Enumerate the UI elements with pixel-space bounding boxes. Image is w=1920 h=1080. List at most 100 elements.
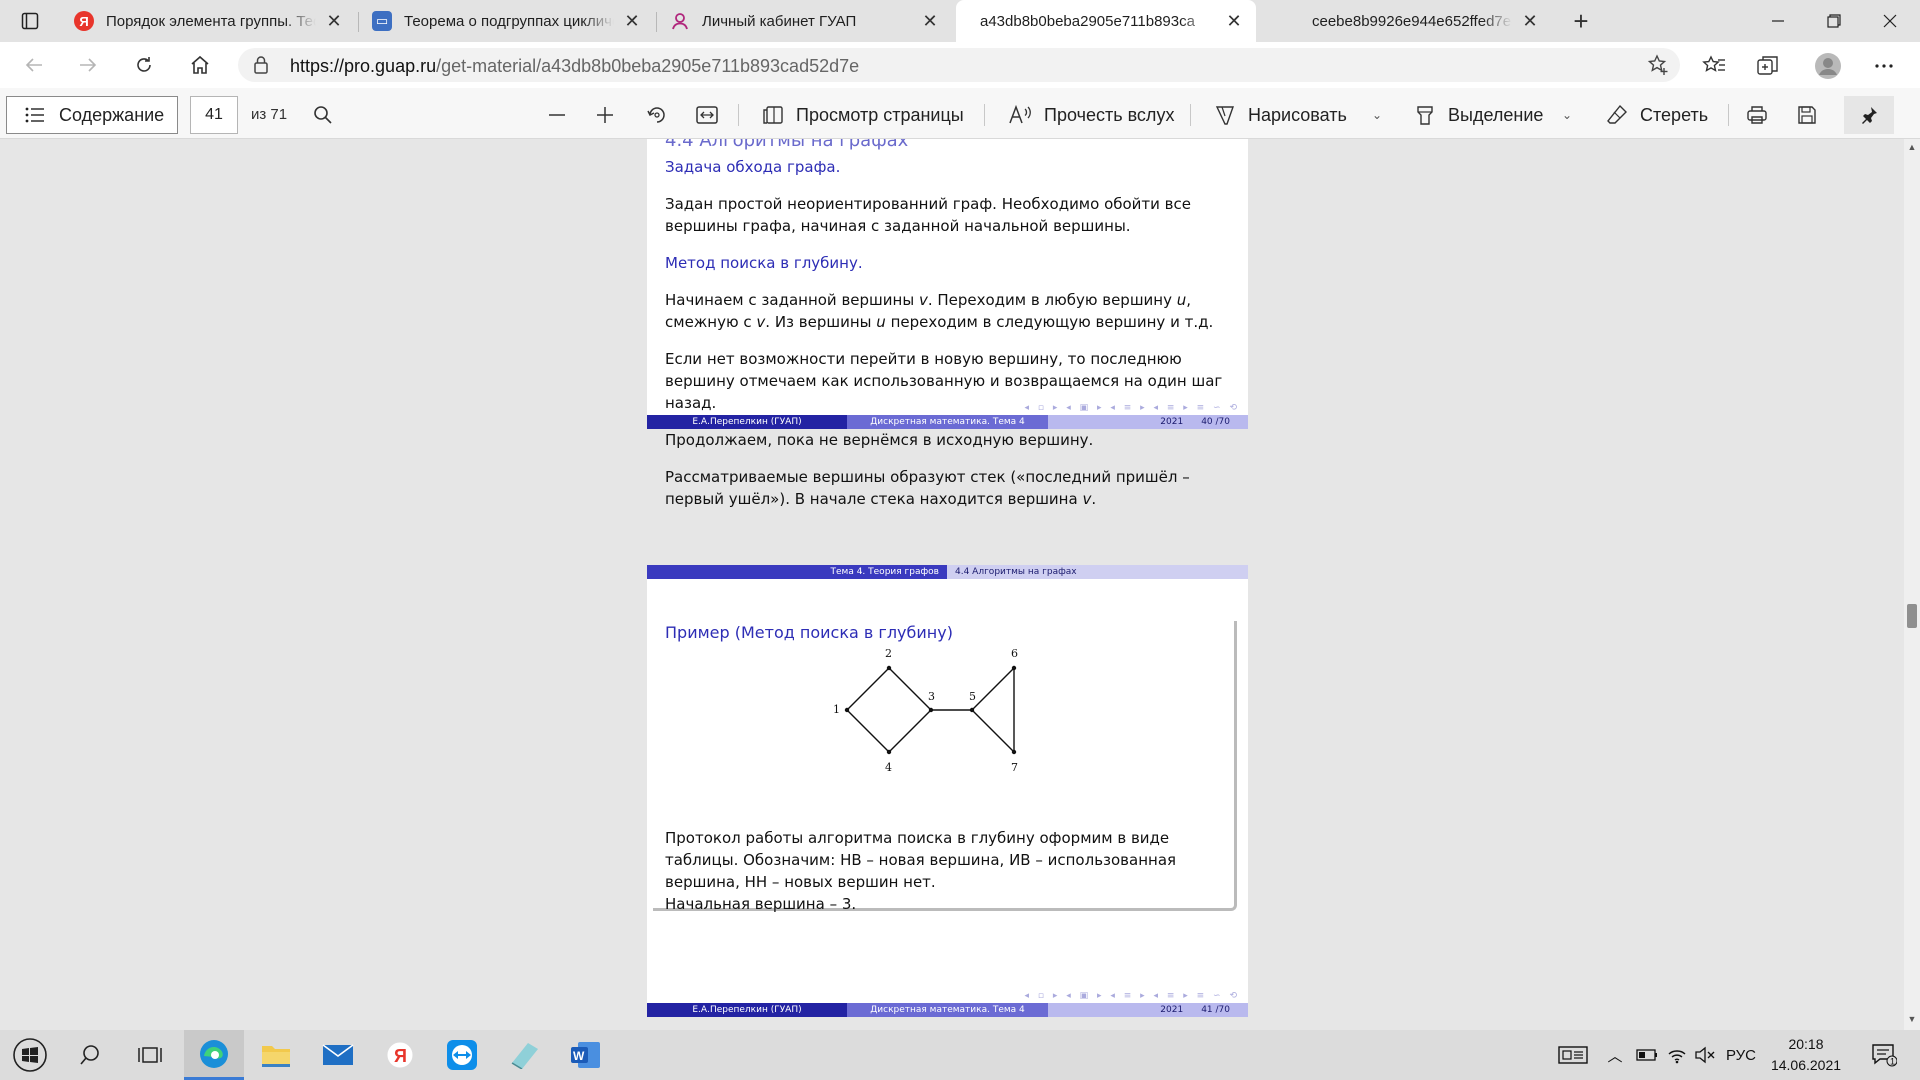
vertical-scrollbar[interactable]: [1904, 139, 1920, 1030]
system-clock[interactable]: 20:18 14.06.2021: [1756, 1034, 1856, 1076]
close-window-button[interactable]: [1862, 0, 1918, 42]
collections-button[interactable]: [1752, 50, 1784, 82]
mail-taskbar-app[interactable]: [308, 1030, 368, 1080]
tab-actions-button[interactable]: [10, 6, 50, 36]
tab-cabinet[interactable]: Личный кабинет ГУАП ✕: [658, 0, 952, 42]
show-hidden-icons-button[interactable]: ︿: [1602, 1030, 1628, 1080]
tab-strip: Я Порядок элемента группы. Тео ✕ ▭ Теоре…: [0, 0, 1920, 42]
find-button[interactable]: [308, 100, 338, 130]
close-tab-icon[interactable]: ✕: [622, 11, 642, 32]
highlight-button[interactable]: Выделение: [1414, 98, 1543, 132]
teamviewer-taskbar-app[interactable]: [432, 1030, 492, 1080]
add-favorite-icon[interactable]: [1646, 53, 1670, 77]
refresh-button[interactable]: [126, 48, 162, 82]
math-var: v: [918, 291, 928, 309]
text-fragment: .: [1091, 490, 1097, 508]
toolbar-divider: [984, 104, 985, 126]
close-tab-icon[interactable]: ✕: [1520, 11, 1540, 32]
beamer-nav-icons[interactable]: ◂ ▫ ▸ ◂ ▣ ▸ ◂ ≡ ▸ ◂ ≡ ▸ ≡ ∽ ⟲: [1024, 991, 1240, 1001]
contents-button[interactable]: Содержание: [6, 96, 178, 134]
maximize-button[interactable]: [1806, 0, 1862, 42]
scroll-down-arrow-icon[interactable]: ▼: [1906, 1014, 1918, 1026]
chevron-up-icon: ︿: [1607, 1047, 1623, 1065]
highlight-options-chevron-down-icon[interactable]: ⌄: [1562, 108, 1572, 122]
action-center-button[interactable]: 1: [1866, 1040, 1902, 1070]
minimize-button[interactable]: [1750, 0, 1806, 42]
home-button[interactable]: [182, 48, 218, 82]
draw-options-chevron-down-icon[interactable]: ⌄: [1372, 108, 1382, 122]
close-tab-icon[interactable]: ✕: [324, 11, 344, 32]
fit-width-button[interactable]: [692, 100, 722, 130]
math-var: u: [876, 313, 886, 331]
word-taskbar-app[interactable]: W: [556, 1030, 616, 1080]
close-tab-icon[interactable]: ✕: [1224, 11, 1244, 32]
floppy-disk-icon: [1798, 106, 1816, 124]
read-aloud-button[interactable]: Прочесть вслух: [1008, 98, 1174, 132]
zoom-in-button[interactable]: [590, 100, 620, 130]
graph-edge-2-3: [888, 667, 932, 711]
user-icon: [670, 11, 690, 31]
keyboard-layout-icon: [1558, 1046, 1588, 1064]
beamer-nav-icons[interactable]: ◂ ▫ ▸ ◂ ▣ ▸ ◂ ≡ ▸ ◂ ≡ ▸ ≡ ∽ ⟲: [1024, 403, 1240, 413]
input-language[interactable]: РУС: [1722, 1030, 1760, 1080]
text-line: Задан простой неориентированний граф. Не…: [665, 195, 1191, 213]
battery-status[interactable]: [1634, 1030, 1660, 1080]
slide-header: Тема 4. Теория графов 4.4 Алгоритмы на г…: [647, 565, 1248, 579]
new-tab-button[interactable]: +: [1564, 4, 1598, 38]
profile-button[interactable]: [1812, 50, 1844, 82]
yandex-icon: Я: [74, 11, 94, 31]
erase-label: Стереть: [1640, 104, 1709, 125]
text-fragment: . Из вершины: [765, 313, 877, 331]
scrollbar-thumb[interactable]: [1907, 604, 1917, 628]
scroll-up-arrow-icon[interactable]: ▲: [1906, 142, 1918, 154]
plus-icon: +: [1573, 5, 1589, 36]
url-input[interactable]: https://pro.guap.ru/get-material/a43db8b…: [238, 48, 1680, 82]
text-fragment: первый ушёл»). В начале стека находится …: [665, 490, 1083, 508]
pdf-page-40: 4.4 Алгоритмы на графах Задача обхода гр…: [647, 139, 1248, 508]
explorer-taskbar-app[interactable]: [246, 1030, 306, 1080]
draw-button[interactable]: Нарисовать: [1214, 98, 1347, 132]
example-title: Пример (Метод поиска в глубину): [665, 623, 953, 642]
notes-taskbar-app[interactable]: [494, 1030, 554, 1080]
method-heading: Метод поиска в глубину.: [665, 254, 863, 272]
page-number-input[interactable]: 41: [190, 96, 238, 134]
tab-pdf-active[interactable]: a43db8b0beba2905e711b893ca ✕: [956, 0, 1256, 42]
favorites-button[interactable]: [1698, 50, 1730, 82]
yandex-taskbar-app[interactable]: Я: [370, 1030, 430, 1080]
tab-theorem[interactable]: ▭ Теорема о подгруппах цикличе ✕: [360, 0, 654, 42]
close-tab-icon[interactable]: ✕: [920, 11, 940, 32]
tab-yandex[interactable]: Я Порядок элемента группы. Тео ✕: [62, 0, 356, 42]
tab-pdf-second[interactable]: ceebe8b9926e944e652ffed7ee87 ✕: [1258, 0, 1552, 42]
rotate-button[interactable]: [642, 100, 672, 130]
footer-course: Дискретная математика. Тема 4: [847, 1003, 1048, 1017]
task-view-button[interactable]: [120, 1030, 180, 1080]
forward-button[interactable]: [70, 48, 106, 82]
slide-footer: Е.А.Перепелкин (ГУАП) Дискретная математ…: [647, 415, 1248, 429]
lock-icon[interactable]: [252, 55, 270, 75]
graph-vertex-6: [1011, 665, 1017, 671]
paragraph-start: Начинаем с заданной вершины v. Переходим…: [665, 289, 1222, 333]
paragraph-task: Задан простой неориентированний граф. Не…: [665, 193, 1222, 237]
volume-status[interactable]: [1692, 1030, 1718, 1080]
graph-vertex-3: [928, 707, 934, 713]
erase-button[interactable]: Стереть: [1606, 98, 1708, 132]
edge-taskbar-app[interactable]: [184, 1030, 244, 1080]
pin-toolbar-button[interactable]: [1844, 96, 1894, 134]
print-button[interactable]: [1742, 100, 1772, 130]
home-icon: [191, 55, 209, 74]
close-icon: [1883, 14, 1897, 28]
zoom-out-button[interactable]: [542, 100, 572, 130]
settings-more-button[interactable]: [1868, 50, 1900, 82]
page-view-button[interactable]: Просмотр страницы: [762, 98, 964, 132]
search-taskbar-button[interactable]: [60, 1030, 120, 1080]
svg-text:W: W: [573, 1049, 585, 1063]
save-button[interactable]: [1792, 100, 1822, 130]
start-button[interactable]: [0, 1030, 60, 1080]
graph-label-3: 3: [928, 690, 935, 703]
text-line: вершину отмечаем как использованную и во…: [665, 372, 1223, 390]
tablet-mode-button[interactable]: [1552, 1030, 1594, 1080]
graph-edge-1-4: [846, 709, 890, 753]
network-status[interactable]: [1664, 1030, 1690, 1080]
pdf-viewer[interactable]: 4.4 Алгоритмы на графах Задача обхода гр…: [0, 139, 1904, 1030]
back-button[interactable]: [16, 48, 52, 82]
